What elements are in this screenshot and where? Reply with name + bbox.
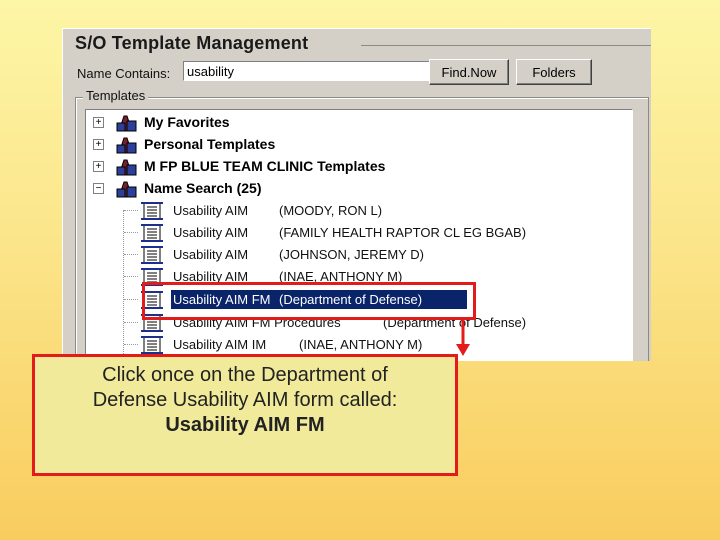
tree-result-item[interactable]: Usability AIM (JOHNSON, JEREMY D) [86, 244, 626, 266]
find-now-button[interactable]: Find.Now [429, 59, 509, 85]
result-owner: (FAMILY HEALTH RAPTOR CL EG BGAB) [279, 225, 527, 240]
name-contains-label: Name Contains: [77, 66, 171, 81]
callout-line-2: Defense Usability AIM form called: [92, 389, 398, 411]
template-document-icon [141, 336, 163, 354]
callout-line-1: Click once on the Department of [102, 364, 388, 386]
tree-folder-label: My Favorites [144, 114, 230, 130]
template-document-icon [141, 224, 163, 242]
template-folder-icon [116, 115, 137, 132]
instruction-callout: Click once on the Department of Defense … [32, 354, 458, 476]
tree-folder-clinic-templates[interactable]: + M FP BLUE TEAM CLINIC Templates [86, 156, 626, 178]
result-name: Usability AIM IM [173, 337, 267, 352]
collapse-icon[interactable]: − [93, 183, 104, 194]
tree-folder-label: Name Search (25) [144, 180, 262, 196]
tree-result-item[interactable]: Usability AIM IM (INAE, ANTHONY M) [86, 334, 626, 356]
window-title: S/O Template Management [75, 33, 309, 53]
result-name: Usability AIM [173, 247, 249, 262]
tree-folder-label: Personal Templates [144, 136, 276, 152]
expand-icon[interactable]: + [93, 117, 104, 128]
tree-result-item[interactable]: Usability AIM (MOODY, RON L) [86, 200, 626, 222]
template-folder-icon [116, 159, 137, 176]
result-owner: (INAE, ANTHONY M) [299, 337, 423, 352]
expand-icon[interactable]: + [93, 139, 104, 150]
title-divider [361, 45, 651, 46]
template-folder-icon [116, 181, 137, 198]
templates-tree[interactable]: + My Favorites + Personal Templates + M … [85, 109, 633, 361]
template-folder-icon [116, 137, 137, 154]
template-document-icon [141, 246, 163, 264]
tree-result-item[interactable]: Usability AIM (FAMILY HEALTH RAPTOR CL E… [86, 222, 626, 244]
result-name: Usability AIM [173, 203, 249, 218]
result-name: Usability AIM [173, 225, 249, 240]
callout-line-3: Usability AIM FM [165, 414, 325, 436]
red-highlight-box [142, 282, 476, 320]
tree-folder-my-favorites[interactable]: + My Favorites [86, 112, 626, 134]
template-document-icon [141, 202, 163, 220]
result-owner: (JOHNSON, JEREMY D) [279, 247, 424, 262]
tree-folder-label: M FP BLUE TEAM CLINIC Templates [144, 158, 386, 174]
tree-folder-name-search[interactable]: − Name Search (25) [86, 178, 626, 200]
templates-group-label: Templates [83, 88, 149, 103]
folders-button[interactable]: Folders [516, 59, 592, 85]
expand-icon[interactable]: + [93, 161, 104, 172]
tree-folder-personal-templates[interactable]: + Personal Templates [86, 134, 626, 156]
result-owner: (MOODY, RON L) [279, 203, 383, 218]
